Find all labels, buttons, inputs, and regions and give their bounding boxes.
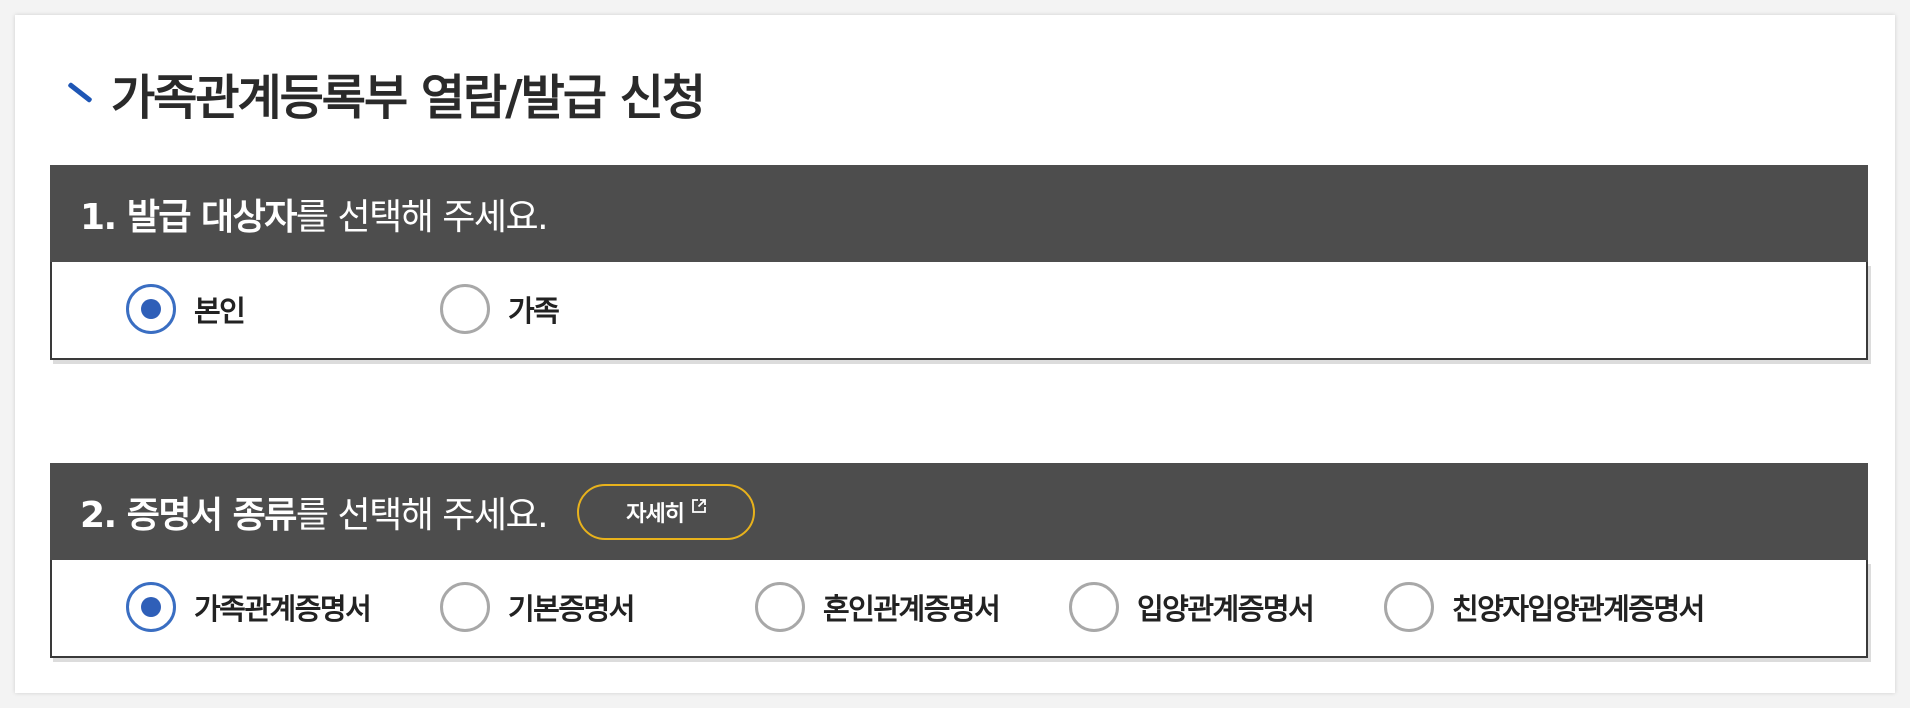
external-link-icon bbox=[692, 498, 706, 513]
page-title-text: 가족관계등록부 열람/발급 신청 bbox=[111, 70, 706, 126]
radio-label: 입양관계증명서 bbox=[1137, 592, 1315, 626]
radio-button[interactable] bbox=[1384, 582, 1434, 632]
radio-button-checked[interactable] bbox=[126, 582, 176, 632]
issue-target-header-bold: 1. 발급 대상자 bbox=[80, 196, 297, 238]
radio-label: 가족관계증명서 bbox=[194, 592, 372, 626]
issue-target-section: 1. 발급 대상자 를 선택해 주세요. 본인 가족 bbox=[50, 165, 1868, 360]
radio-label: 친양자입양관계증명서 bbox=[1452, 592, 1705, 626]
certificate-type-header: 2. 증명서 종류 를 선택해 주세요. 자세히 bbox=[50, 463, 1868, 560]
issue-target-options: 본인 가족 bbox=[50, 262, 1868, 360]
radio-option-self[interactable]: 본인 bbox=[126, 284, 246, 334]
radio-option-family[interactable]: 가족 bbox=[440, 284, 560, 334]
certificate-type-section: 2. 증명서 종류 를 선택해 주세요. 자세히 가족관계증명서 기본증명서 혼인… bbox=[50, 463, 1868, 658]
radio-label: 혼인관계증명서 bbox=[823, 592, 1001, 626]
issue-target-header: 1. 발급 대상자 를 선택해 주세요. bbox=[50, 165, 1868, 262]
radio-option-adoption[interactable]: 입양관계증명서 bbox=[1069, 582, 1315, 632]
radio-option-basic[interactable]: 기본증명서 bbox=[440, 582, 635, 632]
radio-option-marriage[interactable]: 혼인관계증명서 bbox=[755, 582, 1001, 632]
certificate-type-header-rest: 를 선택해 주세요. bbox=[295, 494, 549, 536]
page-title: 가족관계등록부 열람/발급 신청 bbox=[63, 63, 706, 126]
title-marker-icon bbox=[63, 78, 93, 108]
radio-label: 가족 bbox=[508, 294, 560, 328]
radio-button[interactable] bbox=[440, 582, 490, 632]
radio-option-full-adoption[interactable]: 친양자입양관계증명서 bbox=[1384, 582, 1705, 632]
radio-button-checked[interactable] bbox=[126, 284, 176, 334]
issue-target-header-rest: 를 선택해 주세요. bbox=[295, 196, 549, 238]
radio-button[interactable] bbox=[1069, 582, 1119, 632]
radio-option-family-relation[interactable]: 가족관계증명서 bbox=[126, 582, 372, 632]
detail-button[interactable]: 자세히 bbox=[577, 483, 756, 540]
detail-button-label: 자세히 bbox=[626, 501, 685, 527]
radio-label: 본인 bbox=[194, 294, 246, 328]
radio-label: 기본증명서 bbox=[508, 592, 635, 626]
certificate-type-options: 가족관계증명서 기본증명서 혼인관계증명서 입양관계증명서 친양자입양관계증명서 bbox=[50, 560, 1868, 658]
radio-button[interactable] bbox=[440, 284, 490, 334]
certificate-type-header-bold: 2. 증명서 종류 bbox=[80, 494, 297, 536]
radio-button[interactable] bbox=[755, 582, 805, 632]
